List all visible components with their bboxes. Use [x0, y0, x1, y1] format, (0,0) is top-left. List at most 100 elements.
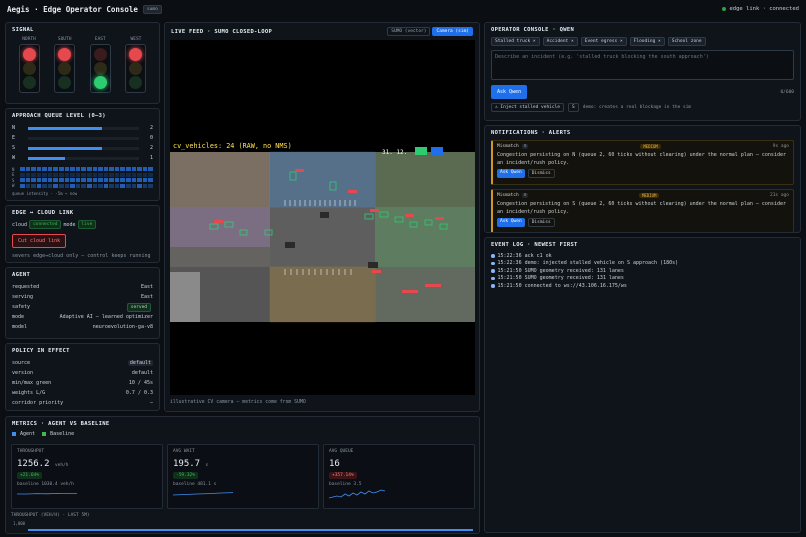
kv-value: 0.7 / 0.3: [125, 390, 153, 396]
inject-stalled-vehicle-button[interactable]: ⚠ Inject stalled vehicle: [491, 103, 565, 112]
char-counter: 0/600: [780, 89, 794, 95]
tab-sumo-vector[interactable]: SUMO (vector): [387, 27, 431, 36]
heat-label: S: [12, 177, 15, 183]
heat-cell: [120, 172, 125, 177]
policy-title: POLICY IN EFFECT: [12, 348, 70, 354]
chip-event-egress[interactable]: Event egress ×: [580, 37, 627, 46]
heat-cell: [53, 167, 59, 172]
alert-card: Mismatch ≡ MEDIUM 9s ago Congestion pers…: [491, 140, 794, 185]
heat-cell: [86, 183, 92, 188]
heat-cell: [53, 183, 59, 188]
heat-cell: [47, 178, 53, 183]
ask-qwen-alert-button[interactable]: Ask Qwen: [497, 218, 525, 227]
amber-lamp-icon: [58, 61, 72, 75]
chip-accident[interactable]: Accident ×: [542, 37, 578, 46]
heat-cell: [137, 172, 142, 177]
metric-card-avg-wait: AVG WAIT 195.7 s -59.32% baseline 481.1 …: [167, 444, 319, 509]
log-line: 15:21:50 connected to ws://43.106.16.175…: [491, 282, 794, 290]
heat-cell: [64, 183, 70, 188]
log-bullet-icon: [491, 284, 495, 288]
metric-unit: veh/h: [54, 463, 69, 468]
cut-cloud-link-button[interactable]: Cut cloud link: [12, 234, 67, 248]
heat-cell: [53, 178, 59, 183]
operator-console-panel: OPERATOR CONSOLE · QWEN Stalled truck × A…: [484, 22, 801, 121]
queue-heatmap: NESW: [12, 167, 153, 188]
heat-cell: [120, 183, 125, 188]
traffic-light-east: EAST: [85, 37, 115, 93]
heat-cell: [20, 183, 25, 188]
inject-direction-select[interactable]: S: [568, 103, 579, 112]
queue-row-n: N2: [12, 123, 153, 133]
alert-kind: Mismatch: [497, 193, 519, 198]
traffic-light-label: WEST: [130, 37, 142, 42]
event-log-panel: EVENT LOG · NEWEST FIRST 15:22:36 ack c1…: [484, 237, 801, 533]
dismiss-button[interactable]: Dismiss: [527, 218, 555, 227]
metric-label: AVG QUEUE: [329, 449, 354, 454]
throughput-sparkline: [17, 492, 77, 495]
throughput-chart-line: [28, 529, 473, 531]
traffic-light-label: SOUTH: [57, 37, 72, 42]
mode-label: mode: [63, 221, 76, 228]
log-text: 15:21:50 connected to ws://43.106.16.175…: [497, 282, 627, 289]
heat-cell: [125, 172, 131, 177]
heat-cell: [70, 172, 75, 177]
heat-cell: [92, 172, 98, 177]
metric-value: 16: [329, 459, 340, 469]
legend-agent: Agent: [20, 431, 36, 437]
heat-cell: [42, 172, 47, 177]
alert-card: Mismatch ≡ MEDIUM 21s ago Congestion per…: [491, 189, 794, 232]
legend-agent-swatch-icon: [12, 432, 16, 436]
heat-cell: [148, 172, 153, 177]
edge-title: EDGE ↔ CLOUD LINK: [12, 210, 74, 216]
queue-row-w: W1: [12, 153, 153, 163]
ask-qwen-alert-button[interactable]: Ask Qwen: [497, 169, 525, 178]
alert-text: Congestion persisting on S (queue 2, 60 …: [497, 201, 786, 215]
agent-row-mode: mode Adaptive AI — learned optimizer: [12, 312, 153, 322]
heat-cell: [25, 178, 31, 183]
heat-cell: [92, 183, 98, 188]
policy-panel: POLICY IN EFFECT source default version de…: [5, 343, 160, 411]
tab-camera-sim[interactable]: Camera (sim): [432, 27, 473, 36]
amber-lamp-icon: [93, 61, 107, 75]
queue-bar-fill: [28, 146, 103, 150]
incident-input[interactable]: Describe an incident (e.g. 'stalled truc…: [491, 50, 794, 80]
metric-card-throughput: THROUGHPUT 1256.2 veh/h +21.64% baseline…: [11, 444, 163, 509]
ask-qwen-button[interactable]: Ask Qwen: [491, 85, 528, 99]
amber-lamp-icon: [22, 61, 36, 75]
heat-cell: [47, 172, 53, 177]
metric-card-avg-queue: AVG QUEUE 16 +357.14% baseline 3.5: [323, 444, 475, 509]
green-lamp-icon: [22, 76, 36, 90]
heat-cell: [114, 183, 120, 188]
heat-cell: [75, 172, 81, 177]
metrics-title: METRICS · AGENT VS BASELINE: [12, 421, 110, 427]
feed-clock: 31. 12.: [382, 149, 407, 156]
throughput-chart-tick: 1,000: [13, 521, 26, 526]
chip-school-zone[interactable]: School zone: [667, 37, 706, 46]
agent-row-requested: requested East: [12, 282, 153, 292]
chip-flooding[interactable]: Flooding ×: [629, 37, 665, 46]
dismiss-button[interactable]: Dismiss: [527, 169, 555, 178]
avg-queue-sparkline: [329, 489, 386, 499]
throughput-chart-title: THROUGHPUT (VEH/H) · LAST 5M): [11, 513, 90, 518]
chip-stalled-truck[interactable]: Stalled truck ×: [491, 37, 540, 46]
heat-cell: [109, 178, 114, 183]
log-bullet-icon: [491, 254, 495, 258]
red-lamp-icon: [129, 47, 143, 61]
queue-dir: E: [12, 135, 16, 141]
heat-cell: [148, 178, 153, 183]
heat-cell: [36, 172, 42, 177]
kv-value: 10 / 45s: [128, 380, 153, 386]
queue-caption: queue intensity · -5m → now: [12, 191, 78, 196]
kv-key: corridor priority: [12, 400, 64, 406]
status-dot-icon: [722, 7, 727, 11]
log-text: 15:22:36 demo: injected stalled vehicle …: [497, 260, 679, 267]
heat-row: E: [12, 172, 153, 177]
amber-lamp-icon: [129, 61, 143, 75]
heat-cell: [31, 167, 36, 172]
kv-key: safety: [12, 304, 31, 310]
heat-cell: [125, 183, 131, 188]
queue-value: 1: [149, 155, 153, 161]
heat-cell: [64, 178, 70, 183]
log-text: 15:22:36 ack c1 ok: [497, 252, 552, 259]
severity-badge: MEDIUM: [638, 193, 660, 198]
